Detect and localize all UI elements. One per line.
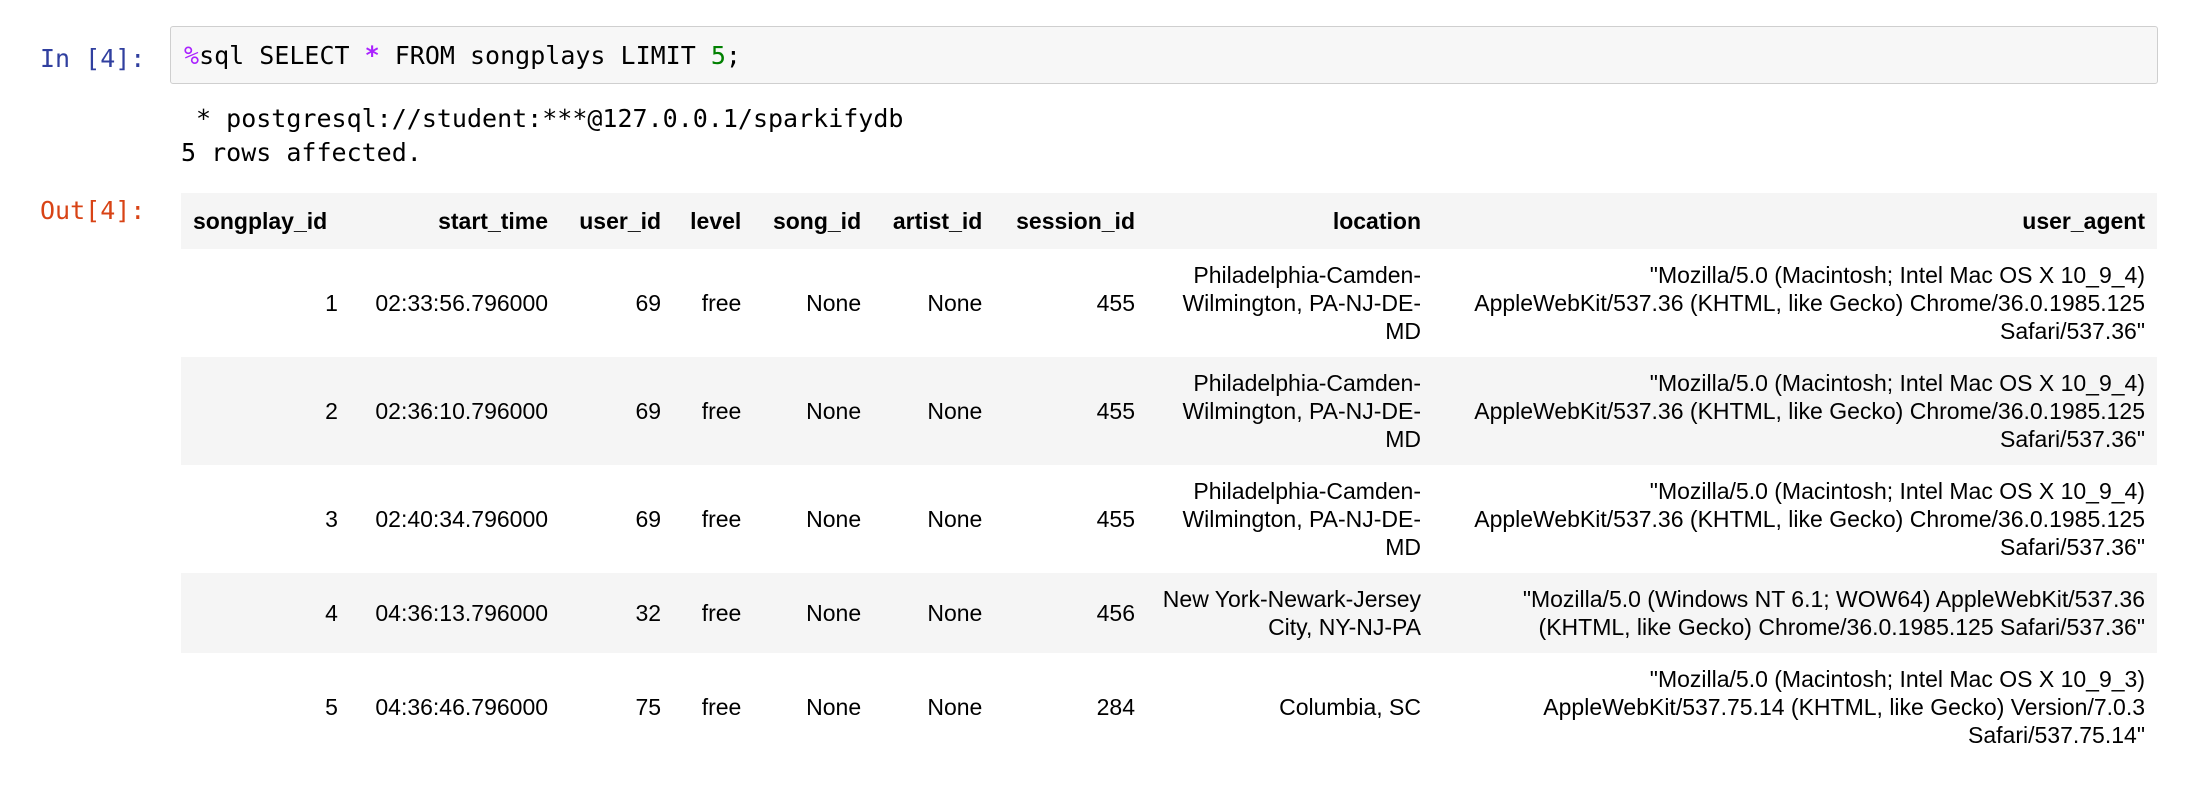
- cell-start-time: 04:36:46.796000: [375, 694, 549, 720]
- header-start-time: start_time: [438, 207, 549, 234]
- cell-start-time: 04:36:13.796000: [375, 600, 549, 626]
- cell-artist-id: None: [927, 600, 983, 626]
- cell-artist-id: None: [927, 398, 983, 424]
- cell-level: free: [701, 290, 742, 316]
- table-row: 2 02:36:10.796000 69 free None None 455 …: [181, 357, 2157, 465]
- cell-songplay-id: 5: [325, 694, 338, 720]
- code-line[interactable]: %sql SELECT * FROM songplays LIMIT 5;: [184, 41, 741, 70]
- cell-user-id: 32: [635, 600, 662, 626]
- header-user-agent: user_agent: [2022, 207, 2145, 234]
- table-row: 1 02:33:56.796000 69 free None None 455 …: [181, 249, 2157, 357]
- table-row: 3 02:40:34.796000 69 free None None 455 …: [181, 465, 2157, 573]
- header-song-id: song_id: [772, 207, 862, 234]
- header-level: level: [690, 207, 742, 234]
- header-artist-id: artist_id: [892, 207, 983, 234]
- cell-location: Columbia, SC: [1279, 694, 1421, 720]
- cell-session-id: 456: [1096, 600, 1135, 626]
- cell-user-id: 69: [635, 290, 662, 316]
- code-text-1: sql SELECT: [199, 41, 365, 70]
- rows-affected-text: 5 rows affected.: [181, 138, 422, 167]
- cell-level: free: [701, 600, 742, 626]
- cell-start-time: 02:40:34.796000: [375, 506, 549, 532]
- cell-user-id: 75: [635, 694, 662, 720]
- cell-songplay-id: 2: [325, 398, 338, 424]
- cell-user-id: 69: [635, 398, 662, 424]
- cell-song-id: None: [806, 694, 862, 720]
- cell-user-agent: "Mozilla/5.0 (Macintosh; Intel Mac OS X …: [1474, 370, 2145, 452]
- cell-artist-id: None: [927, 506, 983, 532]
- cell-location: Philadelphia-Camden-Wilmington, PA-NJ-DE…: [1182, 262, 1421, 344]
- code-magic-prefix: %: [184, 41, 200, 70]
- table-row: 5 04:36:46.796000 75 free None None 284 …: [181, 653, 2157, 761]
- cell-level: free: [701, 694, 742, 720]
- cell-user-agent: "Mozilla/5.0 (Macintosh; Intel Mac OS X …: [1543, 666, 2145, 748]
- cell-level: free: [701, 506, 742, 532]
- cell-songplay-id: 1: [325, 290, 338, 316]
- code-text-2: FROM songplays LIMIT: [379, 41, 711, 70]
- cell-user-agent: "Mozilla/5.0 (Macintosh; Intel Mac OS X …: [1474, 478, 2145, 560]
- cell-session-id: 455: [1096, 506, 1135, 532]
- cell-song-id: None: [806, 506, 862, 532]
- cell-artist-id: None: [927, 694, 983, 720]
- cell-songplay-id: 3: [325, 506, 338, 532]
- code-star-operator: *: [364, 41, 380, 70]
- result-table: songplay_id start_time user_id level son…: [181, 193, 2157, 761]
- cell-artist-id: None: [927, 290, 983, 316]
- cell-user-agent: "Mozilla/5.0 (Macintosh; Intel Mac OS X …: [1474, 262, 2145, 344]
- code-terminator: ;: [725, 41, 741, 70]
- cell-start-time: 02:36:10.796000: [375, 398, 549, 424]
- cell-songplay-id: 4: [325, 600, 338, 626]
- input-prompt: In [4]:: [40, 44, 146, 73]
- cell-location: New York-Newark-Jersey City, NY-NJ-PA: [1162, 586, 1421, 640]
- header-session-id: session_id: [1016, 207, 1135, 234]
- cell-song-id: None: [806, 290, 862, 316]
- cell-user-id: 69: [635, 506, 662, 532]
- cell-level: free: [701, 398, 742, 424]
- header-location: location: [1332, 207, 1421, 234]
- header-songplay-id: songplay_id: [193, 207, 328, 234]
- cell-song-id: None: [806, 398, 862, 424]
- cell-location: Philadelphia-Camden-Wilmington, PA-NJ-DE…: [1182, 370, 1421, 452]
- header-user-id: user_id: [579, 207, 662, 234]
- connection-string: * postgresql://student:***@127.0.0.1/spa…: [181, 104, 904, 133]
- cell-song-id: None: [806, 600, 862, 626]
- cell-session-id: 455: [1096, 398, 1135, 424]
- code-number-literal: 5: [710, 41, 726, 70]
- cell-start-time: 02:33:56.796000: [375, 290, 549, 316]
- cell-user-agent: "Mozilla/5.0 (Windows NT 6.1; WOW64) App…: [1522, 586, 2145, 640]
- cell-session-id: 455: [1096, 290, 1135, 316]
- cell-session-id: 284: [1096, 694, 1135, 720]
- table-header-row: songplay_id start_time user_id level son…: [181, 193, 2157, 249]
- cell-location: Philadelphia-Camden-Wilmington, PA-NJ-DE…: [1182, 478, 1421, 560]
- table-row: 4 04:36:13.796000 32 free None None 456 …: [181, 573, 2157, 653]
- output-prompt: Out[4]:: [40, 196, 146, 225]
- code-editor[interactable]: %sql SELECT * FROM songplays LIMIT 5;: [170, 26, 2158, 84]
